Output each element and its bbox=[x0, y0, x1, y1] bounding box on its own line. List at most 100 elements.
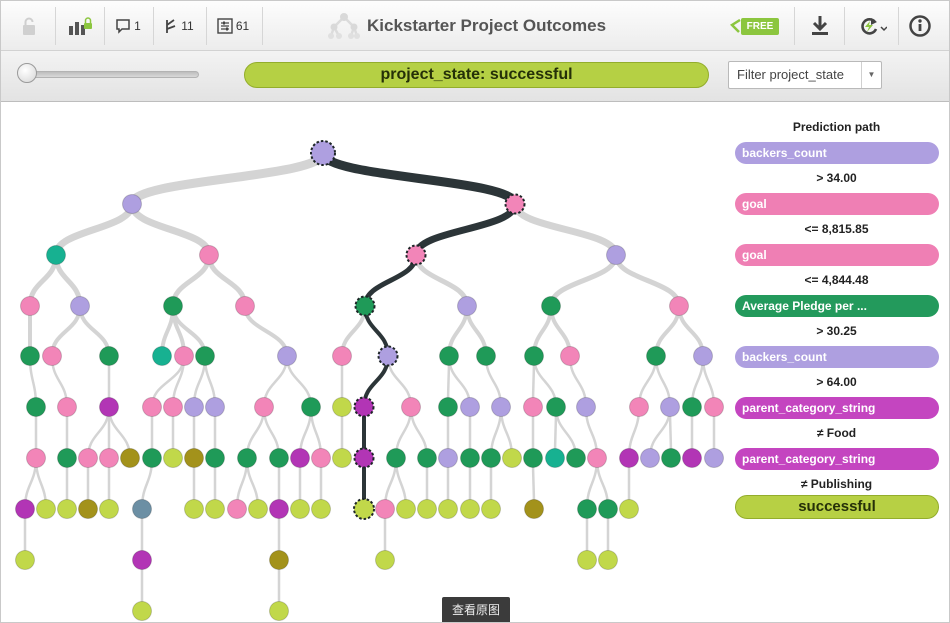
tree-node[interactable] bbox=[205, 397, 225, 417]
tree-node[interactable] bbox=[26, 397, 46, 417]
tree-node[interactable] bbox=[269, 550, 289, 570]
tree-node[interactable] bbox=[99, 499, 119, 519]
tree-node[interactable] bbox=[438, 397, 458, 417]
tree-node[interactable] bbox=[132, 499, 152, 519]
tree-node[interactable] bbox=[669, 296, 689, 316]
tree-node[interactable] bbox=[26, 448, 46, 468]
tree-node[interactable] bbox=[386, 448, 406, 468]
tree-node[interactable] bbox=[163, 397, 183, 417]
tree-node[interactable] bbox=[184, 499, 204, 519]
tree-node[interactable] bbox=[199, 245, 219, 265]
tree-node-on-path[interactable] bbox=[504, 193, 526, 215]
tree-node[interactable] bbox=[163, 448, 183, 468]
tree-node[interactable] bbox=[502, 448, 522, 468]
path-field-pill[interactable]: backers_count bbox=[735, 346, 939, 368]
refresh-menu-button[interactable] bbox=[854, 10, 890, 42]
tree-node[interactable] bbox=[152, 346, 172, 366]
tree-node-on-path[interactable] bbox=[354, 295, 376, 317]
free-badge-button[interactable]: FREE bbox=[725, 10, 783, 42]
tree-node[interactable] bbox=[576, 397, 596, 417]
tree-node[interactable] bbox=[142, 448, 162, 468]
tree-node[interactable] bbox=[560, 346, 580, 366]
tree-node[interactable] bbox=[132, 550, 152, 570]
tree-node[interactable] bbox=[587, 448, 607, 468]
tree-node[interactable] bbox=[301, 397, 321, 417]
tree-node[interactable] bbox=[577, 550, 597, 570]
tree-node-on-path[interactable] bbox=[310, 140, 336, 166]
tree-node[interactable] bbox=[606, 245, 626, 265]
tree-node[interactable] bbox=[15, 499, 35, 519]
tree-node[interactable] bbox=[311, 448, 331, 468]
tree-node[interactable] bbox=[184, 397, 204, 417]
tree-node[interactable] bbox=[99, 397, 119, 417]
tree-node[interactable] bbox=[311, 499, 331, 519]
fields-button[interactable]: 11 bbox=[161, 10, 197, 42]
info-button[interactable] bbox=[906, 10, 934, 42]
tree-node[interactable] bbox=[57, 499, 77, 519]
tree-node[interactable] bbox=[598, 550, 618, 570]
tree-node[interactable] bbox=[619, 499, 639, 519]
support-slider-handle[interactable] bbox=[17, 63, 37, 83]
path-field-pill[interactable]: goal bbox=[735, 193, 939, 215]
comments-button[interactable]: 1 bbox=[113, 10, 143, 42]
tree-node[interactable] bbox=[460, 499, 480, 519]
tree-node[interactable] bbox=[704, 448, 724, 468]
tree-node[interactable] bbox=[227, 499, 247, 519]
tree-node[interactable] bbox=[693, 346, 713, 366]
tree-node[interactable] bbox=[457, 296, 477, 316]
tree-node[interactable] bbox=[269, 499, 289, 519]
tree-node[interactable] bbox=[640, 448, 660, 468]
tree-node[interactable] bbox=[120, 448, 140, 468]
tree-node[interactable] bbox=[36, 499, 56, 519]
instances-button[interactable]: 61 bbox=[214, 10, 252, 42]
tree-node[interactable] bbox=[195, 346, 215, 366]
tree-node[interactable] bbox=[661, 448, 681, 468]
tree-node[interactable] bbox=[629, 397, 649, 417]
tree-node[interactable] bbox=[205, 448, 225, 468]
tree-node-on-path[interactable] bbox=[377, 345, 399, 367]
tree-node[interactable] bbox=[142, 397, 162, 417]
tree-node[interactable] bbox=[524, 499, 544, 519]
tree-node[interactable] bbox=[682, 397, 702, 417]
tree-node[interactable] bbox=[254, 397, 274, 417]
tree-node[interactable] bbox=[42, 346, 62, 366]
tree-node[interactable] bbox=[332, 397, 352, 417]
tree-node[interactable] bbox=[57, 397, 77, 417]
tree-node-on-path[interactable] bbox=[353, 498, 375, 520]
tree-node[interactable] bbox=[481, 499, 501, 519]
path-field-pill[interactable]: parent_category_string bbox=[735, 448, 939, 470]
tree-node[interactable] bbox=[460, 397, 480, 417]
tree-node[interactable] bbox=[237, 448, 257, 468]
tree-node[interactable] bbox=[332, 346, 352, 366]
tree-node[interactable] bbox=[332, 448, 352, 468]
tree-node[interactable] bbox=[99, 448, 119, 468]
tree-node[interactable] bbox=[57, 448, 77, 468]
tree-node[interactable] bbox=[646, 346, 666, 366]
tree-node[interactable] bbox=[438, 448, 458, 468]
tree-node[interactable] bbox=[184, 448, 204, 468]
support-slider-track[interactable] bbox=[23, 71, 199, 78]
tree-node[interactable] bbox=[46, 245, 66, 265]
tree-node[interactable] bbox=[577, 499, 597, 519]
filter-select[interactable]: Filter project_state ▼ bbox=[728, 61, 882, 89]
decision-tree[interactable] bbox=[1, 102, 731, 623]
tree-node[interactable] bbox=[235, 296, 255, 316]
tree-node-on-path[interactable] bbox=[405, 244, 427, 266]
tree-node[interactable] bbox=[70, 296, 90, 316]
tree-node[interactable] bbox=[396, 499, 416, 519]
tree-node[interactable] bbox=[546, 397, 566, 417]
tree-node[interactable] bbox=[619, 448, 639, 468]
tree-node[interactable] bbox=[401, 397, 421, 417]
tree-node[interactable] bbox=[417, 499, 437, 519]
tree-node[interactable] bbox=[481, 448, 501, 468]
tree-node[interactable] bbox=[375, 499, 395, 519]
tree-node[interactable] bbox=[541, 296, 561, 316]
tree-node[interactable] bbox=[269, 601, 289, 621]
tree-node[interactable] bbox=[439, 346, 459, 366]
tree-node[interactable] bbox=[99, 346, 119, 366]
path-field-pill[interactable]: Average Pledge per ... bbox=[735, 295, 939, 317]
path-field-pill[interactable]: parent_category_string bbox=[735, 397, 939, 419]
tree-node[interactable] bbox=[375, 550, 395, 570]
tree-node[interactable] bbox=[290, 499, 310, 519]
tree-node[interactable] bbox=[460, 448, 480, 468]
